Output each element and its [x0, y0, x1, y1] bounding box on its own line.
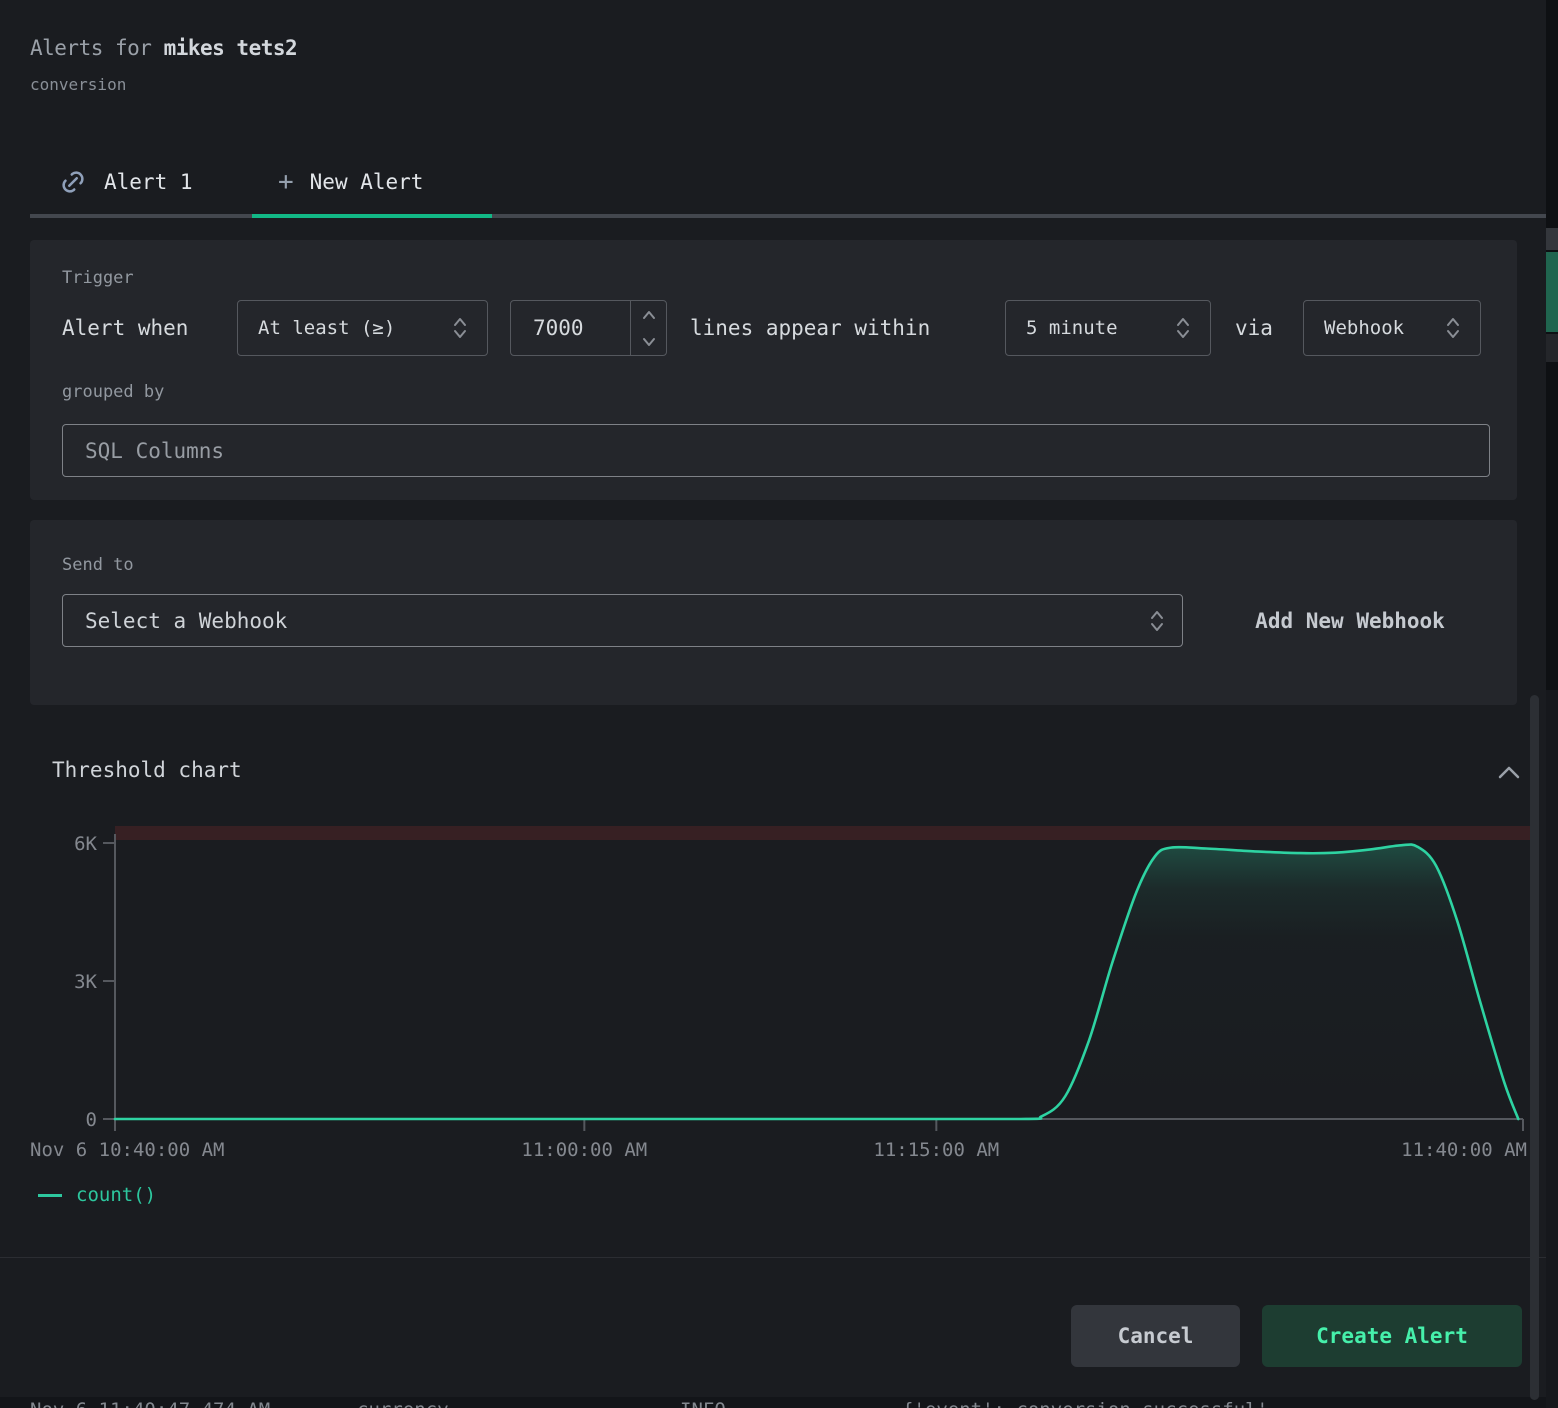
background-page-edge — [1546, 0, 1558, 1408]
svg-text:Nov 6 10:40:00 AM: Nov 6 10:40:00 AM — [30, 1139, 224, 1161]
chevron-updown-icon — [453, 315, 467, 341]
svg-text:11:40:00 AM: 11:40:00 AM — [1401, 1139, 1527, 1161]
plus-icon: + — [278, 169, 294, 195]
svg-text:11:15:00 AM: 11:15:00 AM — [873, 1139, 999, 1161]
cancel-button[interactable]: Cancel — [1071, 1305, 1240, 1367]
threshold-chart: 0 3K 6K Nov 6 10:40:00 AM 11:00:00 AM 11:15:0… — [30, 812, 1530, 1162]
tab-alert-1[interactable]: Alert 1 — [58, 150, 228, 214]
modal-subtitle: conversion — [30, 75, 126, 94]
modal-scrollbar[interactable] — [1530, 695, 1539, 1400]
webhook-select[interactable]: Select a Webhook — [62, 594, 1183, 647]
modal-title-source-name: mikes tets2 — [164, 36, 298, 60]
window-select-value: 5 minute — [1026, 317, 1118, 339]
condition-select[interactable]: At least (≥) — [237, 300, 488, 356]
lines-within-label: lines appear within — [690, 300, 930, 356]
modal-title-prefix: Alerts for — [30, 36, 164, 60]
via-label: via — [1235, 300, 1273, 356]
send-to-panel: Send to Select a Webhook Add New Webhook — [30, 520, 1517, 705]
chevron-updown-icon — [1150, 608, 1164, 634]
group-by-input[interactable] — [62, 424, 1490, 477]
channel-select-value: Webhook — [1324, 317, 1404, 339]
background-edge-fragment — [1546, 690, 1558, 1408]
background-log-row: Nov 6 11:40:47.474 AM currency INFO {'ev… — [0, 1397, 1546, 1408]
condition-select-value: At least (≥) — [258, 317, 395, 339]
spinner-up-icon[interactable] — [631, 301, 666, 328]
collapse-chart-icon[interactable] — [1496, 760, 1522, 786]
number-spinner — [630, 301, 666, 355]
log-body: {'event': conversion successful' — [902, 1399, 1268, 1408]
add-new-webhook-button[interactable]: Add New Webhook — [1210, 594, 1490, 647]
modal-title: Alerts for mikes tets2 — [30, 36, 297, 60]
alert-when-label: Alert when — [62, 300, 188, 356]
chevron-updown-icon — [1446, 315, 1460, 341]
spinner-down-icon[interactable] — [631, 328, 666, 355]
footer-divider — [0, 1257, 1546, 1258]
window-select[interactable]: 5 minute — [1005, 300, 1211, 356]
log-level: INFO — [680, 1399, 726, 1408]
chart-legend[interactable]: count() — [38, 1184, 156, 1206]
log-timestamp: Nov 6 11:40:47.474 AM — [30, 1399, 270, 1408]
trigger-section-label: Trigger — [62, 268, 134, 288]
tab-new-alert-label: New Alert — [310, 170, 424, 194]
chevron-updown-icon — [1176, 315, 1190, 341]
tabs-underline-active — [252, 214, 492, 218]
app-background: Alerts for mikes tets2 conversion Alert … — [0, 0, 1558, 1408]
link-icon — [58, 167, 88, 197]
log-service: currency — [357, 1399, 449, 1408]
background-edge-fragment — [1546, 228, 1558, 250]
threshold-chart-title: Threshold chart — [52, 758, 242, 782]
svg-text:0: 0 — [86, 1109, 97, 1131]
webhook-select-placeholder: Select a Webhook — [85, 609, 287, 633]
tab-alert-1-label: Alert 1 — [104, 170, 193, 194]
create-alert-button[interactable]: Create Alert — [1262, 1305, 1522, 1367]
legend-series-label: count() — [76, 1184, 156, 1206]
send-to-section-label: Send to — [62, 555, 134, 575]
threshold-number-field — [510, 300, 667, 356]
tab-new-alert[interactable]: + New Alert — [278, 150, 468, 214]
svg-text:3K: 3K — [74, 971, 97, 993]
channel-select[interactable]: Webhook — [1303, 300, 1481, 356]
grouped-by-label: grouped by — [62, 382, 164, 402]
threshold-input[interactable] — [511, 301, 630, 355]
trigger-panel: Trigger Alert when At least (≥) — [30, 240, 1517, 500]
background-edge-fragment — [1546, 334, 1558, 362]
alert-settings-modal: Alerts for mikes tets2 conversion Alert … — [0, 0, 1546, 1397]
svg-text:6K: 6K — [74, 833, 97, 855]
legend-line-swatch — [38, 1194, 62, 1197]
svg-text:11:00:00 AM: 11:00:00 AM — [521, 1139, 647, 1161]
background-edge-chart-fragment — [1546, 252, 1558, 332]
